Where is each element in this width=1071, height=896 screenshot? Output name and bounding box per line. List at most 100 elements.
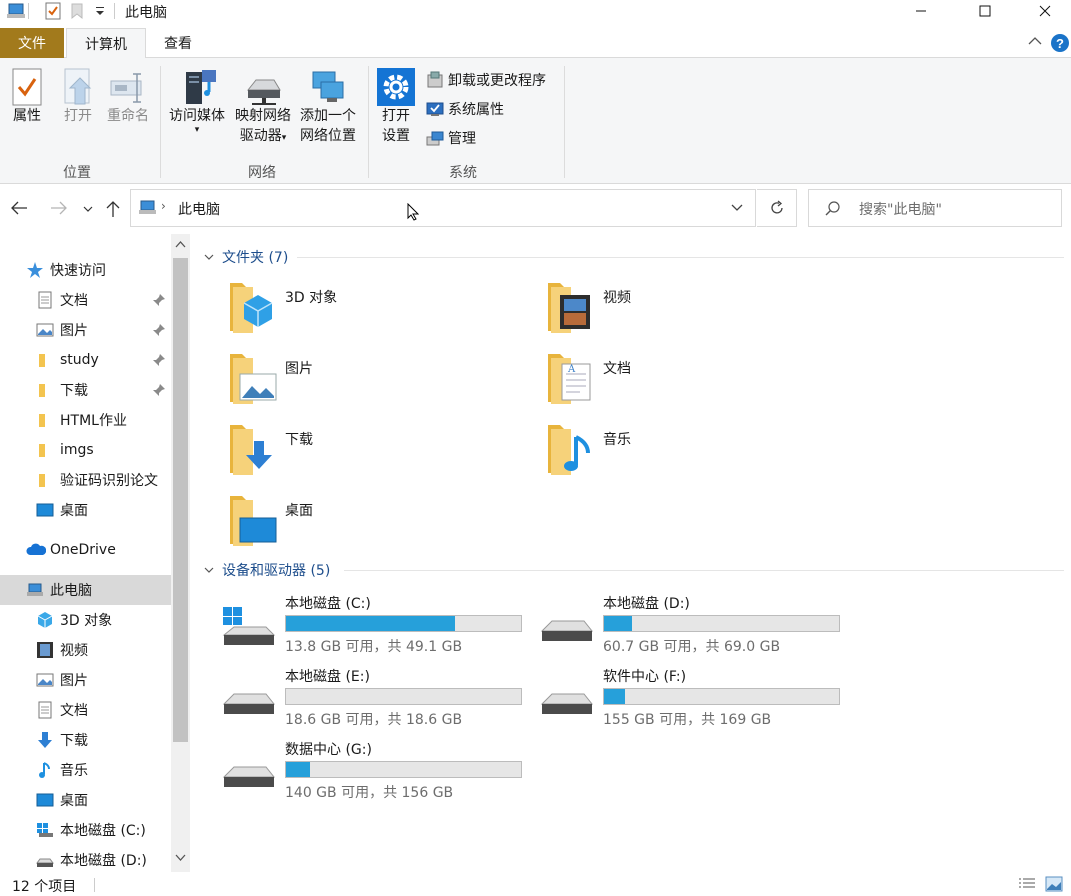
drive-c[interactable]: 本地磁盘 (C:) 13.8 GB 可用，共 49.1 GB: [222, 591, 532, 661]
drives-section-header[interactable]: 设备和驱动器 (5): [204, 558, 330, 582]
breadcrumb-chevron-icon: ›: [161, 199, 166, 213]
breadcrumb-this-pc[interactable]: 此电脑: [178, 199, 220, 219]
sidebar-item-label: 下载: [60, 383, 88, 399]
drive-d[interactable]: 本地磁盘 (D:) 60.7 GB 可用，共 69.0 GB: [540, 591, 850, 661]
scroll-down-icon[interactable]: [175, 854, 186, 862]
sidebar-item-videos[interactable]: 视频: [36, 635, 88, 665]
drive-f[interactable]: 软件中心 (F:) 155 GB 可用，共 169 GB: [540, 664, 850, 734]
drive-usage-bar: [285, 615, 522, 632]
sidebar-item-onedrive[interactable]: OneDrive: [26, 535, 116, 565]
folders-section-header[interactable]: 文件夹 (7): [204, 245, 288, 269]
folder-desktop[interactable]: 桌面: [228, 494, 528, 564]
folder-label: 桌面: [285, 503, 313, 519]
collapse-ribbon-icon[interactable]: [1028, 36, 1042, 46]
recent-locations-icon[interactable]: [83, 205, 93, 213]
sidebar-item-label: 本地磁盘 (C:): [60, 823, 146, 839]
sidebar-item-downloads[interactable]: 下载: [36, 375, 88, 405]
pin-icon[interactable]: [152, 293, 166, 307]
qat-dropdown-icon[interactable]: [94, 4, 106, 18]
map-network-drive-button[interactable]: 映射网络 驱动器▾: [232, 68, 294, 148]
new-folder-qat-icon[interactable]: [70, 2, 84, 20]
sidebar-item-pc-downloads[interactable]: 下载: [36, 725, 88, 755]
folder-videos[interactable]: 视频: [546, 281, 846, 351]
details-view-icon[interactable]: [1018, 877, 1036, 891]
properties-qat-icon[interactable]: [44, 2, 62, 20]
sidebar-item-this-pc[interactable]: 此电脑: [26, 575, 92, 605]
documents-folder-icon: A: [546, 352, 846, 406]
maximize-button[interactable]: [960, 0, 1010, 22]
drive-usage-fill: [604, 689, 626, 704]
large-icons-view-icon[interactable]: [1045, 876, 1063, 892]
search-box[interactable]: 搜索"此电脑": [808, 189, 1062, 227]
folder-music[interactable]: 音乐: [546, 423, 846, 493]
tab-view[interactable]: 查看: [150, 28, 206, 58]
drive-g[interactable]: 数据中心 (G:) 140 GB 可用，共 156 GB: [222, 737, 532, 807]
scroll-up-icon[interactable]: [175, 240, 186, 248]
sidebar-item-captcha-paper[interactable]: 验证码识别论文: [36, 465, 158, 495]
drive-e[interactable]: 本地磁盘 (E:) 18.6 GB 可用，共 18.6 GB: [222, 664, 532, 734]
sidebar-item-music[interactable]: 音乐: [36, 755, 88, 785]
pin-icon[interactable]: [152, 353, 166, 367]
add-network-location-button[interactable]: 添加一个 网络位置: [296, 68, 360, 146]
sidebar-item-desktop[interactable]: 桌面: [36, 495, 88, 525]
sidebar-item-drive-c[interactable]: 本地磁盘 (C:): [36, 815, 146, 845]
open-label: 打开: [64, 108, 92, 124]
forward-arrow-icon[interactable]: [50, 201, 68, 215]
sidebar-item-drive-d[interactable]: 本地磁盘 (D:): [36, 845, 147, 872]
uninstall-program-button[interactable]: 卸载或更改程序: [426, 70, 546, 90]
sidebar-item-documents[interactable]: 文档: [36, 285, 88, 315]
folder-pictures[interactable]: 图片: [228, 352, 528, 422]
drive-name: 本地磁盘 (C:): [285, 596, 371, 612]
tab-file[interactable]: 文件: [0, 28, 64, 58]
folder-downloads[interactable]: 下载: [228, 423, 528, 493]
section-title: 文件夹 (7): [222, 250, 289, 266]
drive-space-info: 140 GB 可用，共 156 GB: [285, 785, 454, 801]
music-note-icon: [36, 761, 54, 779]
close-button[interactable]: [1020, 0, 1070, 22]
manage-button[interactable]: 管理: [426, 128, 476, 148]
minimize-button[interactable]: [896, 0, 946, 22]
pin-icon[interactable]: [152, 323, 166, 337]
access-media-button[interactable]: 访问媒体 ▾: [166, 68, 228, 135]
sidebar-item-pc-desktop[interactable]: 桌面: [36, 785, 88, 815]
address-bar[interactable]: › 此电脑: [130, 189, 756, 227]
help-icon[interactable]: ?: [1050, 33, 1070, 53]
media-server-icon: [176, 68, 218, 106]
address-dropdown-icon[interactable]: [731, 204, 743, 212]
desktop-icon: [36, 791, 54, 809]
sidebar-item-html-homework[interactable]: HTML作业: [36, 405, 127, 435]
back-arrow-icon[interactable]: [10, 201, 28, 215]
windows-drive-icon: [36, 821, 54, 839]
folder-3d-objects[interactable]: 3D 对象: [228, 281, 528, 351]
rename-icon: [109, 68, 147, 106]
sidebar-item-study[interactable]: study: [36, 345, 99, 375]
folder-label: 3D 对象: [285, 290, 338, 306]
sidebar-scrollbar[interactable]: [171, 234, 190, 872]
rename-button[interactable]: 重命名: [104, 68, 152, 126]
sidebar-item-label: 文档: [60, 293, 88, 309]
sidebar-item-imgs[interactable]: imgs: [36, 435, 94, 465]
sidebar-item-quick-access[interactable]: 快速访问: [26, 255, 106, 285]
sidebar-item-pc-documents[interactable]: 文档: [36, 695, 88, 725]
up-arrow-icon[interactable]: [106, 200, 120, 218]
manage-icon: [426, 129, 444, 147]
open-settings-label-2: 设置: [382, 128, 410, 144]
scrollbar-thumb[interactable]: [173, 258, 188, 742]
sidebar-item-3d-objects[interactable]: 3D 对象: [36, 605, 112, 635]
folder-documents[interactable]: A 文档: [546, 352, 846, 422]
folder-icon: [36, 441, 54, 459]
sidebar-item-label: 图片: [60, 673, 88, 689]
tab-computer[interactable]: 计算机: [66, 28, 146, 59]
refresh-button[interactable]: [757, 189, 797, 227]
sidebar-item-pc-pictures[interactable]: 图片: [36, 665, 88, 695]
pin-icon[interactable]: [152, 383, 166, 397]
properties-button[interactable]: 属性: [6, 68, 48, 126]
videos-folder-icon: [546, 281, 846, 335]
sidebar-item-pictures[interactable]: 图片: [36, 315, 88, 345]
sidebar-item-label: 验证码识别论文: [60, 473, 158, 489]
desktop-folder-icon: [228, 494, 528, 548]
open-button[interactable]: 打开: [58, 68, 98, 126]
navigation-bar: › 此电脑 搜索"此电脑": [0, 184, 1071, 234]
system-properties-button[interactable]: 系统属性: [426, 99, 504, 119]
open-settings-button[interactable]: 打开 设置: [374, 68, 418, 146]
